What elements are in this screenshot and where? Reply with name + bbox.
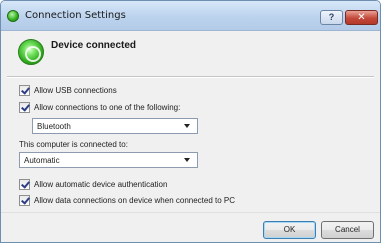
- connection-status-icon: [7, 10, 19, 22]
- window-title: Connection Settings: [25, 10, 126, 21]
- allow-connections-checkbox[interactable]: [19, 101, 30, 113]
- device-connected-icon: [18, 39, 44, 65]
- connected-to-dropdown[interactable]: Automatic: [19, 152, 198, 168]
- data-connections-checkbox[interactable]: [19, 194, 30, 206]
- close-button[interactable]: ✕: [345, 10, 378, 25]
- auto-auth-option[interactable]: Allow automatic device authentication: [19, 177, 167, 191]
- title-bar[interactable]: Connection Settings ? ✕: [1, 1, 380, 31]
- allow-usb-checkbox[interactable]: [19, 84, 30, 96]
- status-title: Device connected: [51, 40, 137, 51]
- ok-button[interactable]: OK: [263, 221, 316, 239]
- cancel-button[interactable]: Cancel: [321, 221, 374, 239]
- help-button[interactable]: ?: [320, 10, 343, 25]
- status-header: [1, 32, 380, 76]
- auto-auth-label: Allow automatic device authentication: [34, 179, 168, 189]
- connection-type-value: Bluetooth: [37, 121, 71, 131]
- connection-type-dropdown[interactable]: Bluetooth: [32, 118, 198, 134]
- connection-settings-dialog: Connection Settings ? ✕ Device connected…: [0, 0, 381, 243]
- auto-auth-checkbox[interactable]: [19, 178, 30, 190]
- connected-to-value: Automatic: [24, 155, 60, 165]
- allow-usb-label: Allow USB connections: [34, 85, 117, 95]
- connected-to-label: This computer is connected to:: [19, 140, 128, 149]
- allow-connections-option[interactable]: Allow connections to one of the followin…: [19, 100, 180, 114]
- divider: [7, 76, 374, 77]
- data-connections-option[interactable]: Allow data connections on device when co…: [19, 193, 235, 207]
- allow-usb-option[interactable]: Allow USB connections: [19, 83, 117, 97]
- data-connections-label: Allow data connections on device when co…: [34, 195, 236, 205]
- allow-connections-label: Allow connections to one of the followin…: [34, 102, 181, 112]
- chevron-down-icon[interactable]: [184, 124, 190, 128]
- chevron-down-icon[interactable]: [184, 158, 190, 162]
